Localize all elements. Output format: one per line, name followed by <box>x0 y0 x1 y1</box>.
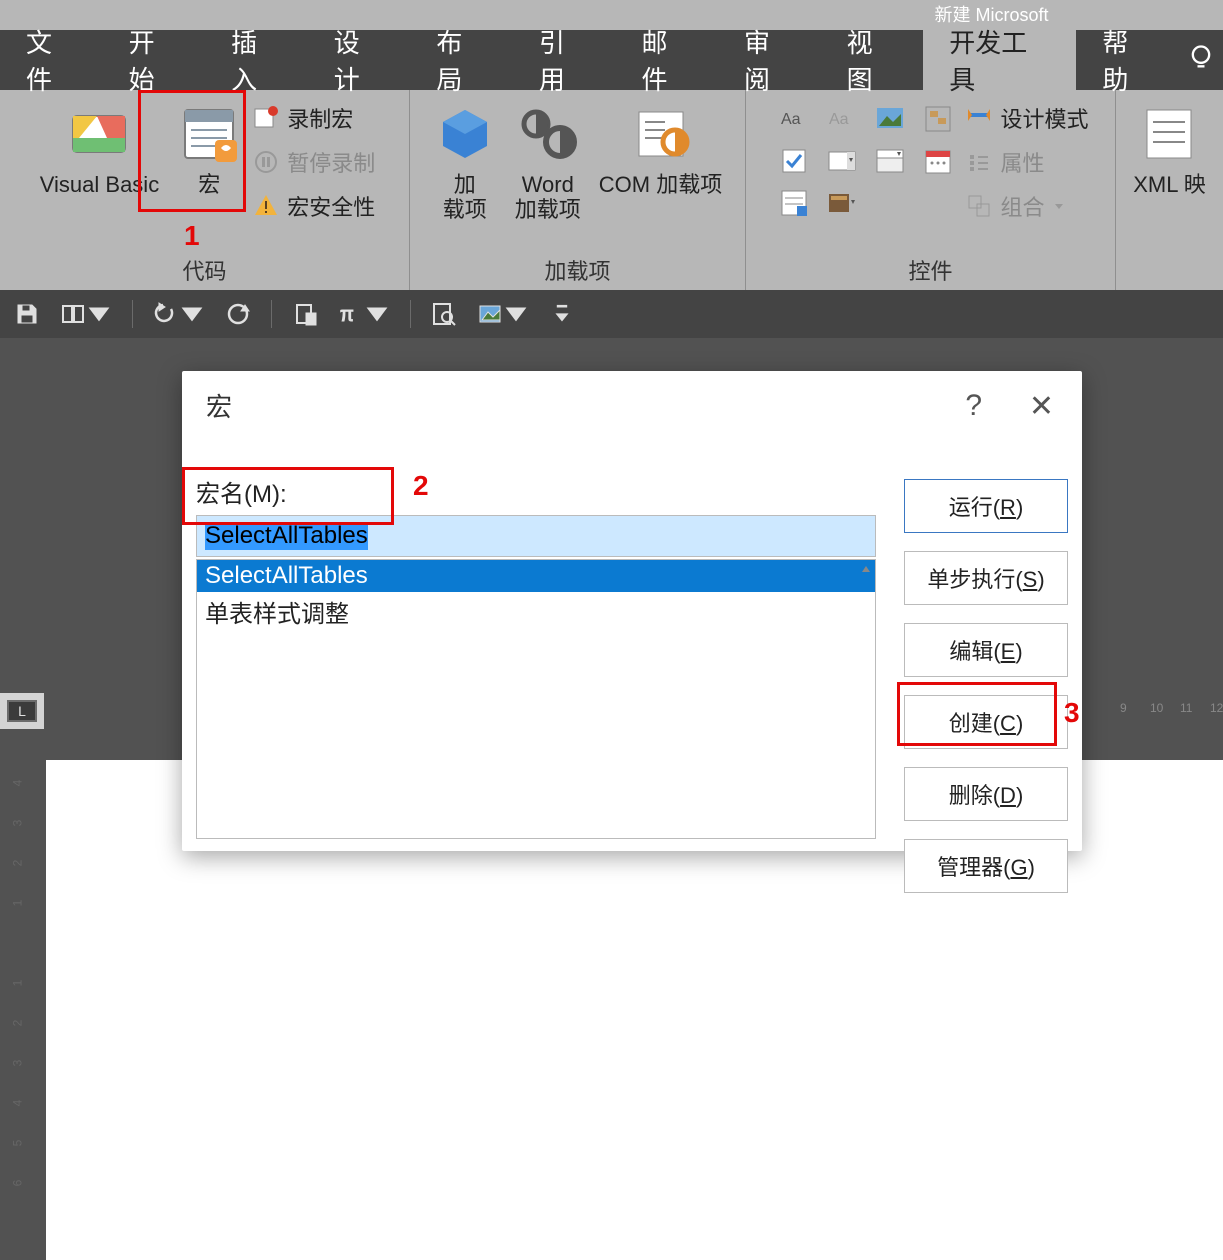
record-macro-icon <box>253 105 279 131</box>
control-checkbox[interactable] <box>772 142 816 180</box>
xml-mapping-icon <box>1137 102 1201 166</box>
properties-icon <box>966 149 992 175</box>
addins-icon <box>433 102 497 166</box>
paste-button[interactable] <box>292 301 318 327</box>
svg-text:Aa: Aa <box>829 111 849 128</box>
control-plaintext[interactable]: Aa <box>820 100 864 138</box>
macros-dialog: 宏 ? ✕ 宏名(M): SelectAllTables 单表样式调整 运行(R… <box>182 371 1082 851</box>
picture-button[interactable] <box>477 301 529 327</box>
dialog-close-button[interactable]: ✕ <box>1029 389 1054 424</box>
macro-security-button[interactable]: 宏安全性 <box>253 190 375 222</box>
tell-me-icon[interactable] <box>1179 30 1223 90</box>
undo-button[interactable] <box>153 301 205 327</box>
tab-file[interactable]: 文件 <box>0 30 103 90</box>
create-button[interactable]: 创建(C) <box>904 695 1068 749</box>
control-combobox[interactable] <box>820 142 864 180</box>
control-picture[interactable] <box>868 100 912 138</box>
control-group-placeholder <box>868 184 912 222</box>
group-addins-label: 加载项 <box>544 248 610 290</box>
macro-list-item[interactable]: SelectAllTables <box>197 560 875 592</box>
macro-list[interactable]: SelectAllTables 单表样式调整 <box>196 559 876 839</box>
run-button[interactable]: 运行(R) <box>904 479 1068 533</box>
group-addins: 加 载项 Word 加载项 COM 加载项 加载项 <box>410 90 746 290</box>
edit-button[interactable]: 编辑(E) <box>904 623 1068 677</box>
com-addins-icon <box>629 102 693 166</box>
step-button[interactable]: 单步执行(S) <box>904 551 1068 605</box>
group-controls: Aa Aa 设计模式 属性 <box>746 90 1116 290</box>
tab-review[interactable]: 审阅 <box>718 30 821 90</box>
tab-developer[interactable]: 开发工具 <box>923 30 1076 90</box>
record-macro-button[interactable]: 录制宏 <box>253 102 375 134</box>
pause-recording-button: 暂停录制 <box>253 146 375 178</box>
macro-name-input[interactable] <box>197 516 875 556</box>
tab-design[interactable]: 设计 <box>308 30 411 90</box>
dialog-help-button[interactable]: ? <box>965 389 982 423</box>
svg-text:π: π <box>340 304 354 326</box>
control-dropdown[interactable] <box>868 142 912 180</box>
svg-text:Aa: Aa <box>781 111 801 128</box>
zoom-button[interactable] <box>431 301 457 327</box>
tab-home[interactable]: 开始 <box>103 30 206 90</box>
delete-button[interactable]: 删除(D) <box>904 767 1068 821</box>
group-icon <box>966 193 992 219</box>
addins-button[interactable]: 加 载项 <box>427 96 503 225</box>
group-mapping: XML 映 XML 映 <box>1116 90 1223 290</box>
ribbon: Visual Basic 宏 录制宏 <box>0 90 1223 290</box>
manager-button[interactable]: 管理器(G) <box>904 839 1068 893</box>
macros-icon <box>177 102 241 166</box>
group-button: 组合 <box>966 190 1088 222</box>
control-buildingblock[interactable] <box>916 100 960 138</box>
macros-button[interactable]: 宏 <box>171 96 247 199</box>
save-button[interactable] <box>14 301 40 327</box>
design-mode-button[interactable]: 设计模式 <box>966 102 1088 134</box>
word-addins-button[interactable]: Word 加载项 <box>509 96 587 225</box>
dialog-title: 宏 <box>182 371 1082 434</box>
ruler-corner: L <box>0 693 44 729</box>
control-repeating[interactable] <box>772 184 816 222</box>
tab-view[interactable]: 视图 <box>821 30 924 90</box>
macro-list-item[interactable]: 单表样式调整 <box>197 592 875 631</box>
pause-icon <box>253 149 279 175</box>
macro-list-scrollbar[interactable] <box>857 560 875 838</box>
chevron-down-icon <box>1053 200 1065 212</box>
tab-layout[interactable]: 布局 <box>410 30 513 90</box>
layout-button[interactable] <box>60 301 112 327</box>
control-legacy[interactable] <box>820 184 864 222</box>
xml-mapping-button[interactable]: XML 映 <box>1127 96 1212 199</box>
group-controls-label: 控件 <box>908 248 952 290</box>
scroll-up-icon[interactable] <box>857 560 875 578</box>
redo-button[interactable] <box>225 301 251 327</box>
control-group-placeholder2 <box>916 184 960 222</box>
quick-access-toolbar: π <box>0 290 1223 338</box>
control-richtext[interactable]: Aa <box>772 100 816 138</box>
ribbon-tabs: 文件 开始 插入 设计 布局 引用 邮件 审阅 视图 开发工具 帮助 <box>0 30 1223 90</box>
warning-icon <box>253 193 279 219</box>
control-datepicker[interactable] <box>916 142 960 180</box>
visual-basic-button[interactable]: Visual Basic <box>34 96 165 199</box>
tab-references[interactable]: 引用 <box>513 30 616 90</box>
design-mode-icon <box>966 105 992 131</box>
tab-help[interactable]: 帮助 <box>1076 30 1179 90</box>
word-addins-icon <box>516 102 580 166</box>
com-addins-button[interactable]: COM 加载项 <box>593 96 728 199</box>
tab-insert[interactable]: 插入 <box>205 30 308 90</box>
qat-customize[interactable] <box>549 301 575 327</box>
equation-button[interactable]: π <box>338 301 390 327</box>
visual-basic-icon <box>67 102 131 166</box>
group-code-label: 代码 <box>182 248 226 290</box>
tab-mailings[interactable]: 邮件 <box>615 30 718 90</box>
group-code: Visual Basic 宏 录制宏 <box>0 90 410 290</box>
properties-button: 属性 <box>966 146 1088 178</box>
